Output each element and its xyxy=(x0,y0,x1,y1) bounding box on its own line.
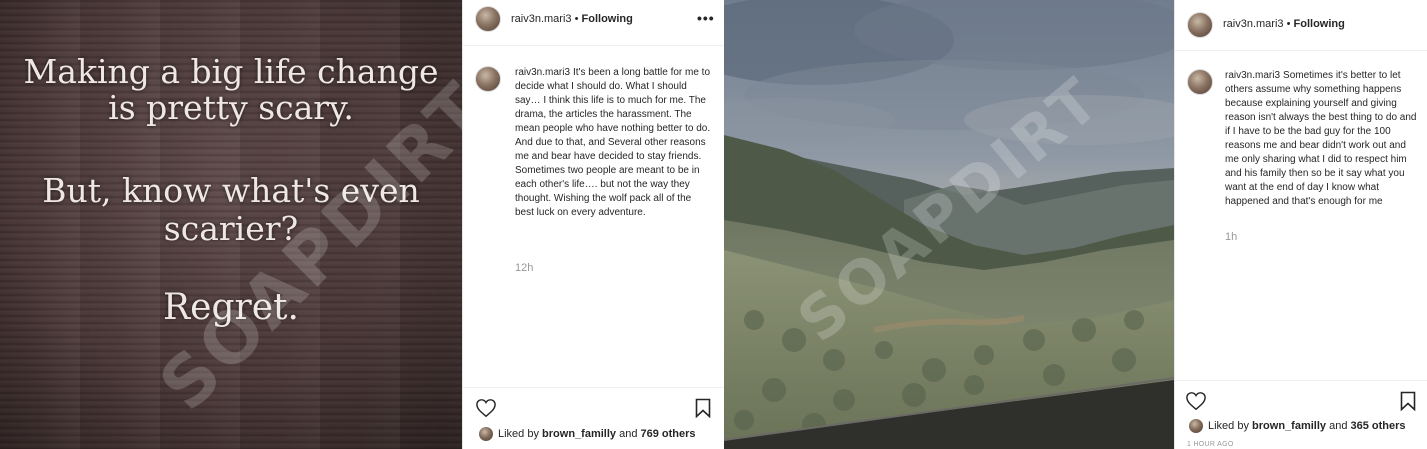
liker-username[interactable]: brown_familly xyxy=(1252,420,1326,432)
liker-username[interactable]: brown_familly xyxy=(542,428,616,440)
likes-summary: Liked by brown_familly and 365 others xyxy=(1208,420,1406,432)
username-link[interactable]: raiv3n.mari3 xyxy=(511,13,572,25)
instagram-post-1: raiv3n.mari3 • Following ••• raiv3n.mari… xyxy=(462,0,725,449)
caption-text: Sometimes it's better to let others assu… xyxy=(1225,70,1417,207)
landscape-image: SOAPDIRT xyxy=(724,0,1174,449)
liker-avatar xyxy=(479,427,493,441)
instagram-post-2: raiv3n.mari3 • Following raiv3n.mari3 Som… xyxy=(1174,0,1427,449)
separator: • xyxy=(1286,18,1291,30)
avatar[interactable] xyxy=(1187,12,1213,38)
follow-status[interactable]: Following xyxy=(582,13,633,25)
bookmark-icon[interactable] xyxy=(695,398,711,418)
username-link[interactable]: raiv3n.mari3 xyxy=(1223,18,1284,30)
post-header: raiv3n.mari3 • Following ••• xyxy=(463,0,724,46)
caption-text: It's been a long battle for me to decide… xyxy=(515,67,711,218)
post-header: raiv3n.mari3 • Following xyxy=(1175,0,1427,51)
liker-avatar xyxy=(1189,419,1203,433)
caption-username[interactable]: raiv3n.mari3 xyxy=(515,67,570,78)
more-horizontal-icon[interactable]: ••• xyxy=(697,10,715,26)
post-footer: Liked by brown_familly and 769 others xyxy=(463,387,724,449)
post-header-user: raiv3n.mari3 • Following xyxy=(1223,18,1345,30)
quote-image: Making a big life change is pretty scary… xyxy=(0,0,462,449)
post-time[interactable]: 1h xyxy=(1225,231,1237,243)
post-time[interactable]: 12h xyxy=(515,262,533,274)
quote-line-1: Making a big life change is pretty scary… xyxy=(23,52,439,127)
caption-avatar[interactable] xyxy=(475,66,501,92)
likes-count[interactable]: 365 others xyxy=(1351,420,1406,432)
post-header-user: raiv3n.mari3 • Following xyxy=(511,13,633,25)
likes-count[interactable]: 769 others xyxy=(641,428,696,440)
post-footer: Liked by brown_familly and 365 others 1 … xyxy=(1175,380,1427,449)
likes-summary: Liked by brown_familly and 769 others xyxy=(498,428,696,440)
separator: • xyxy=(574,13,579,25)
avatar[interactable] xyxy=(475,6,501,32)
caption-avatar[interactable] xyxy=(1187,69,1213,95)
heart-icon[interactable] xyxy=(1185,391,1207,411)
bookmark-icon[interactable] xyxy=(1400,391,1416,411)
caption: raiv3n.mari3 Sometimes it's better to let… xyxy=(1225,69,1417,209)
post-age: 1 HOUR AGO xyxy=(1187,441,1234,448)
follow-status[interactable]: Following xyxy=(1294,18,1345,30)
heart-icon[interactable] xyxy=(475,398,497,418)
caption: raiv3n.mari3 It's been a long battle for … xyxy=(515,66,711,220)
caption-username[interactable]: raiv3n.mari3 xyxy=(1225,70,1280,81)
